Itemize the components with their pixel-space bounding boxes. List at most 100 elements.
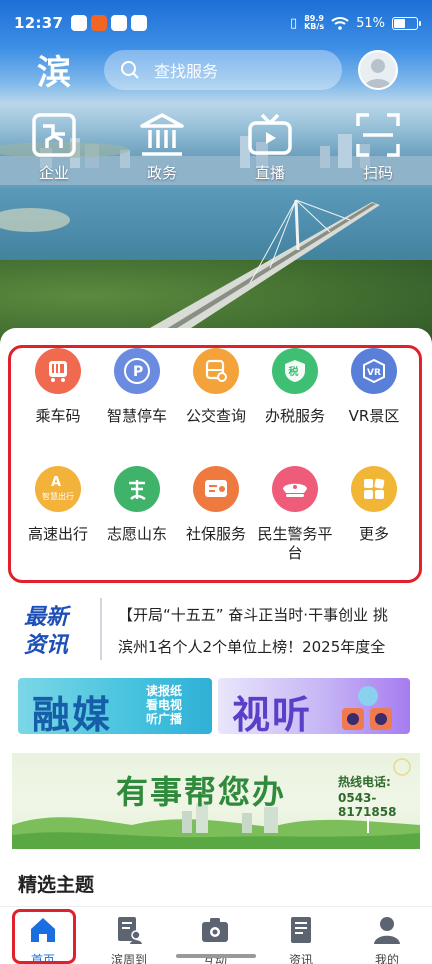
service-tax[interactable]: 税 办税服务 [253,348,337,426]
service-label: 公交查询 [185,407,246,425]
quick-nav-government[interactable]: 政务 [122,112,202,183]
battery-fill [394,18,405,28]
rongmei-side-line: 听广播 [146,712,183,726]
bus-code-icon [35,348,81,394]
scan-icon [356,113,400,157]
battery-icon [392,16,421,30]
avatar[interactable] [358,50,398,90]
link-app-icon [111,15,128,31]
svg-text:VR: VR [367,368,381,378]
svg-text:A: A [51,475,61,490]
service-police[interactable]: 民生警务平台 [253,466,337,563]
news-divider [100,598,102,660]
camera-icon [202,918,228,942]
service-social-security[interactable]: 社保服务 [174,466,258,544]
news-logo-line2: 资讯 [24,633,70,658]
bottom-nav-profile[interactable]: 我的 [352,915,422,964]
user-avatar-icon [364,59,392,88]
bottom-nav-label: 我的 [374,953,399,964]
bottom-nav-news[interactable]: 资讯 [266,915,336,964]
service-label: 高速出行 [27,525,88,543]
highway-icon: A 智慧出行 [35,466,81,512]
bus-search-icon [193,348,239,394]
latest-news-logo: 最新 资讯 [24,604,72,658]
rongmei-title: 融媒 [32,693,113,734]
quick-nav-scan[interactable]: 扫码 [338,112,418,183]
status-bar: 12:37 ▯ 89.9 KB/s 51% [0,0,432,46]
service-label: 社保服务 [185,525,246,543]
news-logo-line1: 最新 [24,604,72,630]
service-icon [118,917,142,944]
government-icon [140,113,184,156]
rongmei-side-text: 读报纸 看电视 听广播 [146,684,182,726]
bag-app-icon [131,15,148,31]
app-logo[interactable]: 滨 [30,52,78,90]
home-highlight-frame [12,909,76,964]
rongmei-side-line: 看电视 [146,698,183,712]
battery-text: 51% [356,15,385,31]
quick-nav-label: 政务 [146,164,177,182]
volunteer-icon [114,466,160,512]
status-time: 12:37 [14,14,64,32]
speaker-graphic [342,686,392,730]
featured-topics-title: 精选主题 [18,874,95,896]
service-volunteer[interactable]: 志愿山东 [95,466,179,544]
quick-nav: 企业 政务 直播 扫码 [0,112,432,192]
service-bus-code[interactable]: 乘车码 [16,348,100,426]
service-label: 智慧停车 [106,407,167,425]
tax-icon: 税 [272,348,318,394]
bottom-nav-service[interactable]: 滨周到 [94,915,164,964]
hotline-number: 0543-8171858 [338,791,397,819]
vr-icon: VR [351,348,397,394]
police-icon [272,466,318,512]
service-parking[interactable]: P 智慧停车 [95,348,179,426]
service-label: 志愿山东 [106,525,167,543]
quick-nav-live[interactable]: 直播 [230,112,310,183]
service-bus-search[interactable]: 公交查询 [174,348,258,426]
news-item[interactable]: 滨州1名个人2个单位上榜！2025年度全 [118,636,432,657]
svg-text:税: 税 [289,365,299,378]
bottom-nav-label: 资讯 [288,953,313,964]
hotline-label: 热线电话: [338,775,391,789]
wifi-icon [331,17,349,30]
shiting-banner[interactable]: 视听 [218,678,410,734]
help-banner-title: 有事帮您办 [116,773,287,811]
profile-icon [374,917,400,944]
news-item[interactable]: 【开局“十五五” 奋斗正当时·干事创业 挑 [118,604,432,625]
shiting-title: 视听 [232,693,313,734]
search-placeholder: 查找服务 [154,62,219,81]
service-label: 办税服务 [264,407,325,425]
enterprise-icon [32,113,76,157]
quick-nav-label: 直播 [254,164,285,182]
search-bar[interactable]: 查找服务 [104,50,342,90]
service-label: 乘车码 [35,407,81,425]
service-label: 民生警务平台 [257,525,333,562]
red-app-icon [91,15,108,31]
service-label: 更多 [358,525,389,543]
service-label: VR景区 [348,407,400,425]
network-speed: 89.9 KB/s [304,15,324,31]
help-banner[interactable]: 有事帮您办 热线电话: 0543-8171858 [12,753,420,849]
service-more[interactable]: 更多 [332,466,416,544]
network-speed-unit: KB/s [304,22,325,31]
service-highway[interactable]: A 智慧出行 高速出行 [16,466,100,544]
bottom-nav-label: 滨周到 [110,953,147,964]
svg-text:P: P [133,364,143,380]
rongmei-banner[interactable]: 融媒 读报纸 看电视 听广播 [18,678,212,734]
quick-nav-label: 企业 [38,164,69,182]
news-icon [291,917,311,943]
search-icon [121,61,139,79]
quick-nav-label: 扫码 [362,164,393,182]
more-icon [351,466,397,512]
notification-icons [71,15,148,31]
service-vr[interactable]: VR VR景区 [332,348,416,426]
quick-nav-enterprise[interactable]: 企业 [14,112,94,183]
highway-icon-text: 智慧出行 [42,491,74,501]
video-app-icon [71,15,88,31]
vibrate-icon: ▯ [289,15,298,31]
gesture-bar[interactable] [176,954,256,958]
app-logo-text: 滨 [37,53,71,90]
social-security-icon [193,466,239,512]
rongmei-side-line: 读报纸 [146,684,183,698]
parking-icon: P [114,348,160,394]
